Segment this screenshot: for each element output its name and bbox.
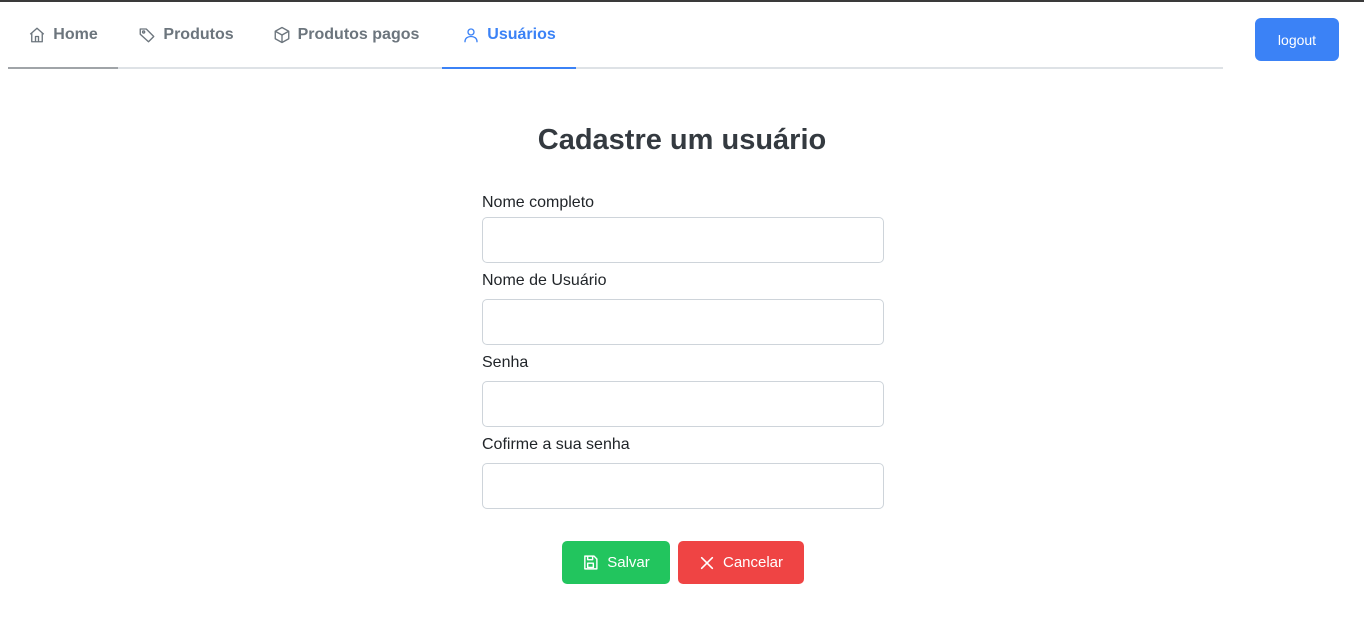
home-icon (28, 26, 46, 44)
confirm-password-label: Cofirme a sua senha (482, 436, 630, 453)
cancel-button[interactable]: Cancelar (678, 541, 804, 584)
navbar: Home Produtos Produtos pagos Usuários (8, 2, 1223, 69)
tab-usuarios[interactable]: Usuários (442, 2, 576, 69)
tab-produtos-pagos[interactable]: Produtos pagos (260, 2, 432, 67)
save-button-label: Salvar (607, 554, 650, 571)
save-button[interactable]: Salvar (562, 541, 670, 584)
close-icon (699, 555, 715, 571)
box-icon (273, 26, 291, 44)
tag-icon (138, 26, 156, 44)
tab-produtos-label: Produtos (163, 25, 234, 43)
tab-home[interactable]: Home (8, 2, 118, 69)
confirm-password-input[interactable] (482, 463, 884, 509)
tab-home-label: Home (53, 25, 98, 43)
username-input[interactable] (482, 299, 884, 345)
save-icon (582, 554, 599, 571)
password-input[interactable] (482, 381, 884, 427)
full-name-input[interactable] (482, 217, 884, 263)
page-title: Cadastre um usuário (537, 124, 827, 156)
tab-produtos-pagos-label: Produtos pagos (297, 25, 420, 43)
tab-usuarios-label: Usuários (487, 25, 556, 43)
full-name-label: Nome completo (482, 194, 595, 211)
username-label: Nome de Usuário (482, 272, 607, 289)
password-label: Senha (482, 354, 529, 371)
cancel-button-label: Cancelar (722, 554, 784, 571)
tab-produtos[interactable]: Produtos (126, 2, 246, 67)
logout-button[interactable]: logout (1255, 18, 1339, 61)
user-icon (462, 26, 480, 44)
